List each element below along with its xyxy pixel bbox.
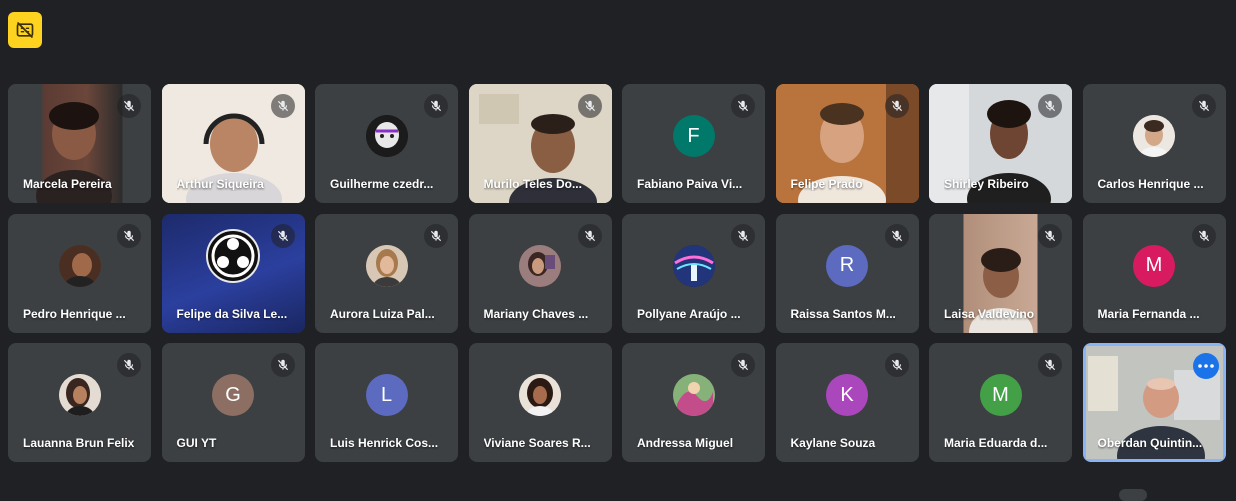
mic-off-icon bbox=[731, 223, 755, 248]
participant-tile[interactable]: M Maria Fernanda ... bbox=[1082, 213, 1226, 333]
participant-name: Shirley Ribeiro bbox=[944, 177, 1029, 191]
participant-name: Lauanna Brun Felix bbox=[23, 436, 135, 450]
mic-off-icon bbox=[270, 353, 295, 377]
participant-name: Felipe Prado bbox=[790, 177, 863, 191]
participant-name: Felipe da Silva Le... bbox=[176, 306, 288, 321]
mic-off-icon bbox=[884, 94, 909, 118]
avatar: F bbox=[672, 115, 715, 158]
avatar bbox=[672, 244, 715, 287]
mic-off-icon bbox=[731, 353, 755, 377]
avatar bbox=[58, 244, 101, 287]
participant-tile[interactable]: Pedro Henrique ... bbox=[8, 213, 151, 333]
participant-tile[interactable]: G GUI YT bbox=[161, 343, 305, 462]
participant-tile[interactable]: Aurora Luiza Pal... bbox=[315, 213, 458, 333]
participant-tile[interactable]: Felipe da Silva Le... bbox=[161, 213, 305, 333]
participant-name: GUI YT bbox=[176, 436, 217, 450]
participant-tile[interactable]: Marcela Pereira bbox=[8, 84, 151, 203]
mic-off-icon bbox=[577, 223, 602, 248]
participant-tile[interactable]: Felipe Prado bbox=[775, 84, 919, 203]
participant-name: Mariany Chaves ... bbox=[483, 306, 589, 321]
participant-name: Luis Henrick Cos... bbox=[330, 436, 439, 450]
avatar bbox=[519, 374, 561, 417]
participant-tile[interactable]: Pollyane Araújo ... bbox=[622, 213, 765, 333]
mic-off-icon bbox=[424, 223, 448, 248]
participant-tile[interactable]: Andressa Miguel bbox=[622, 343, 765, 462]
participant-tile[interactable]: F Fabiano Paiva Vi... bbox=[622, 84, 765, 203]
participant-name: Pedro Henrique ... bbox=[23, 306, 126, 321]
mic-off-icon bbox=[1038, 353, 1062, 377]
participant-tile[interactable]: Arthur Siqueira bbox=[161, 84, 305, 203]
participant-tile[interactable]: R Raissa Santos M... bbox=[775, 213, 919, 333]
mic-off-icon bbox=[117, 223, 141, 248]
participant-tile[interactable]: Guilherme czedr... bbox=[315, 84, 458, 203]
participant-name: Maria Eduarda d... bbox=[944, 436, 1048, 450]
participant-tile[interactable]: Carlos Henrique ... bbox=[1082, 84, 1226, 203]
avatar bbox=[672, 374, 715, 417]
participant-name: Marcela Pereira bbox=[23, 177, 112, 191]
avatar: K bbox=[826, 374, 868, 417]
closed-captions-off-icon bbox=[16, 21, 34, 39]
avatar: R bbox=[826, 244, 868, 287]
more-options-icon bbox=[1197, 364, 1214, 368]
participant-tile-self[interactable]: Oberdan Quintin... bbox=[1082, 343, 1226, 462]
participant-tile[interactable]: Laisa Valdevino bbox=[929, 213, 1072, 333]
participant-name: Maria Fernanda ... bbox=[1097, 306, 1200, 321]
participant-name: Pollyane Araújo ... bbox=[637, 306, 741, 321]
mic-off-icon bbox=[577, 94, 602, 118]
avatar: G bbox=[212, 374, 254, 417]
participant-tile[interactable]: Viviane Soares R... bbox=[468, 343, 612, 462]
participant-name: Raissa Santos M... bbox=[790, 306, 896, 321]
participant-tile[interactable]: Murilo Teles Do... bbox=[468, 84, 612, 203]
mic-off-icon bbox=[1038, 94, 1062, 118]
participant-name: Laisa Valdevino bbox=[944, 306, 1035, 321]
mic-off-icon bbox=[270, 223, 295, 248]
participant-name: Oberdan Quintin... bbox=[1097, 436, 1203, 450]
participant-tile[interactable]: M Maria Eduarda d... bbox=[929, 343, 1072, 462]
participant-name: Murilo Teles Do... bbox=[483, 177, 582, 191]
avatar bbox=[1133, 115, 1175, 158]
participant-name: Kaylane Souza bbox=[790, 436, 876, 450]
participant-name: Fabiano Paiva Vi... bbox=[637, 177, 743, 191]
participant-name: Arthur Siqueira bbox=[176, 177, 264, 191]
participant-name: Aurora Luiza Pal... bbox=[330, 306, 435, 321]
avatar: L bbox=[365, 374, 408, 417]
captions-off-button[interactable] bbox=[8, 12, 42, 48]
participant-name: Viviane Soares R... bbox=[483, 436, 591, 450]
avatar: M bbox=[979, 374, 1022, 417]
mic-off-icon bbox=[117, 353, 141, 377]
participant-tile[interactable]: L Luis Henrick Cos... bbox=[315, 343, 458, 462]
avatar bbox=[365, 244, 408, 287]
more-options-button[interactable] bbox=[1192, 353, 1219, 379]
mic-off-icon bbox=[731, 94, 755, 118]
participant-tile[interactable]: Shirley Ribeiro bbox=[929, 84, 1072, 203]
mic-off-icon bbox=[884, 223, 909, 248]
avatar: M bbox=[1133, 244, 1175, 287]
participant-tile[interactable]: Mariany Chaves ... bbox=[468, 213, 612, 333]
participant-tile[interactable]: K Kaylane Souza bbox=[775, 343, 919, 462]
mic-off-icon bbox=[117, 94, 141, 118]
mic-off-icon bbox=[1191, 94, 1216, 118]
participant-name: Carlos Henrique ... bbox=[1097, 177, 1204, 191]
avatar bbox=[519, 244, 561, 287]
mic-off-icon bbox=[1191, 223, 1216, 248]
participant-name: Andressa Miguel bbox=[637, 436, 734, 450]
participant-tile[interactable]: Lauanna Brun Felix bbox=[8, 343, 151, 462]
participant-name: Guilherme czedr... bbox=[330, 177, 434, 191]
mic-off-icon bbox=[884, 353, 909, 377]
pagination-indicator[interactable] bbox=[1119, 489, 1147, 501]
mic-off-icon bbox=[424, 94, 448, 118]
avatar bbox=[58, 374, 101, 417]
participant-grid: Marcela Pereira Arthur Siqueira Guilherm… bbox=[8, 84, 1226, 462]
avatar bbox=[365, 115, 408, 158]
mic-off-icon bbox=[270, 94, 295, 118]
mic-off-icon bbox=[1038, 223, 1062, 248]
